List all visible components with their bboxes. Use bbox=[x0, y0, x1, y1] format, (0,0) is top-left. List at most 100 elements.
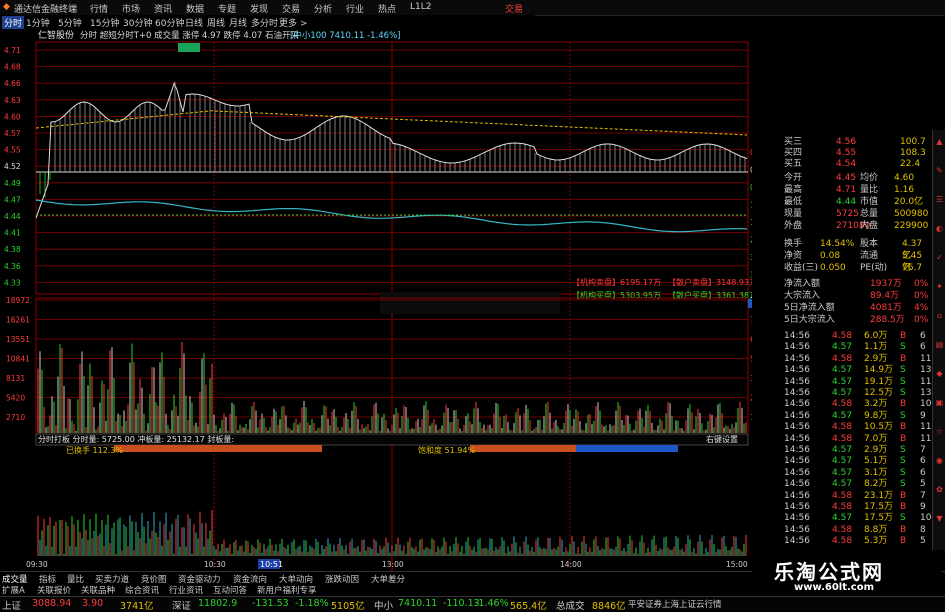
flow-pct: 0% bbox=[914, 315, 929, 325]
menu-analysis[interactable]: 分析 bbox=[314, 2, 332, 15]
tick-time: 14:56 bbox=[784, 502, 810, 512]
side-tool-icon[interactable]: ◉ bbox=[934, 455, 945, 466]
tick-row: 14:56 4.58 5.3万 B 5 bbox=[752, 535, 930, 547]
level-price: 4.54 bbox=[836, 159, 857, 169]
volume-tick: 18972 bbox=[6, 296, 30, 305]
ticker-sh-chg: 3.90 bbox=[82, 598, 104, 609]
menu-hot[interactable]: 热点 bbox=[378, 2, 396, 15]
extension-tab[interactable]: 互动问答 bbox=[213, 584, 247, 596]
trade-button[interactable]: 交易 bbox=[505, 2, 523, 15]
stat-value: 4.45 bbox=[836, 173, 857, 183]
stat-value: 76.7 bbox=[902, 263, 923, 273]
stat-label: 最低 bbox=[784, 197, 803, 207]
extension-tab[interactable]: 关联品种 bbox=[81, 584, 115, 596]
stat-value: 229900 bbox=[894, 221, 929, 231]
watermark-title: 乐淘公式网 bbox=[774, 560, 884, 584]
menu-industry[interactable]: 行业 bbox=[346, 2, 364, 15]
menu-market[interactable]: 市场 bbox=[122, 2, 140, 15]
tick-time: 14:56 bbox=[784, 467, 810, 478]
side-tool-icon[interactable]: ▤ bbox=[934, 339, 945, 350]
tick-row: 14:56 4.57 12.5万 S 13 bbox=[752, 387, 931, 399]
ticker-sz-pct: -1.18% bbox=[295, 598, 329, 609]
menu-l1l2[interactable]: L1L2 bbox=[410, 2, 431, 12]
flow-label: 大宗流入 bbox=[784, 291, 821, 301]
stat-label: 现量 bbox=[784, 209, 803, 219]
price-tick: 4.71 bbox=[4, 46, 21, 55]
app-logo-icon: ◆ bbox=[3, 2, 10, 12]
side-tool-icon[interactable]: ✦ bbox=[934, 281, 945, 292]
ticker-sh-value: 3088.94 bbox=[32, 598, 72, 609]
time-tick: 13:00 bbox=[382, 560, 404, 569]
stat-value: 14.54% bbox=[820, 239, 855, 249]
price-tick: 4.66 bbox=[4, 79, 21, 88]
tick-row: 14:56 4.57 19.1万 S 11 bbox=[752, 376, 931, 388]
extension-tab[interactable]: 综合资讯 bbox=[125, 584, 159, 596]
side-tool-icon[interactable]: ◐ bbox=[934, 223, 945, 234]
tick-volume: 2.9万 bbox=[864, 353, 888, 364]
stat-value: 0.050 bbox=[820, 263, 846, 273]
time-tick: 15:00 bbox=[726, 560, 748, 569]
ticker-server[interactable]: 平安证券上海上证云行情 bbox=[628, 598, 722, 610]
tick-time: 14:56 bbox=[784, 353, 810, 364]
menu-trade[interactable]: 交易 bbox=[282, 2, 300, 15]
tick-count: 7 bbox=[920, 490, 926, 501]
flow-value: 1937万 bbox=[870, 279, 902, 289]
side-tool-icon[interactable]: ✓ bbox=[934, 252, 945, 263]
price-tick: 4.41 bbox=[4, 229, 21, 238]
price-tick: 4.63 bbox=[4, 96, 21, 105]
app-name: 通达信金融终端 bbox=[14, 5, 78, 15]
tick-volume: 5.3万 bbox=[864, 536, 888, 547]
tick-side: S bbox=[900, 513, 906, 524]
tick-side: S bbox=[900, 365, 906, 376]
stat-label: 均价 bbox=[860, 173, 879, 183]
stat-value: 5725 bbox=[836, 209, 859, 219]
side-tool-icon[interactable]: ▲ bbox=[934, 136, 945, 147]
flow-label: 5日净流入额 bbox=[784, 303, 835, 313]
tick-count: 5 bbox=[920, 536, 926, 547]
menu-discover[interactable]: 发现 bbox=[250, 2, 268, 15]
menu-data[interactable]: 数据 bbox=[186, 2, 204, 15]
side-tool-icon[interactable]: ✿ bbox=[934, 484, 945, 495]
tick-time: 14:56 bbox=[784, 399, 810, 410]
side-tool-icon[interactable]: ☆ bbox=[934, 426, 945, 437]
tick-volume: 10.5万 bbox=[864, 422, 894, 433]
quote-stat: 最高 4.71 量比 1.16 bbox=[752, 184, 930, 196]
tick-volume: 1.1万 bbox=[864, 342, 888, 353]
price-tick: 4.55 bbox=[4, 146, 21, 155]
title-bar: ◆ 通达信金融终端 行情 市场 资讯 数据 专题 发现 交易 分析 行业 热点 … bbox=[0, 0, 945, 16]
side-tool-icon[interactable]: ✎ bbox=[934, 165, 945, 176]
tick-row: 14:56 4.58 3.2万 B 10 bbox=[752, 398, 931, 410]
saturation-label: 饱和度 51.94% bbox=[418, 445, 475, 455]
flow-pct: 0% bbox=[914, 291, 929, 301]
tick-row: 14:56 4.57 2.9万 S 7 bbox=[752, 444, 930, 456]
tick-time: 14:56 bbox=[784, 445, 810, 455]
tick-volume: 8.2万 bbox=[864, 479, 888, 490]
stat-label: 外盘 bbox=[784, 221, 803, 231]
extension-tab[interactable]: 行业资讯 bbox=[169, 584, 203, 596]
side-tool-icon[interactable]: ☰ bbox=[934, 194, 945, 205]
side-tool-icon[interactable]: ◆ bbox=[934, 368, 945, 379]
menu-topics[interactable]: 专题 bbox=[218, 2, 236, 15]
stat-label: PE(动) bbox=[860, 263, 888, 273]
stat-value: 0.08 bbox=[820, 251, 841, 261]
side-tool-icon[interactable]: ⌂ bbox=[934, 310, 945, 321]
tick-price: 4.57 bbox=[832, 365, 853, 376]
extension-tab[interactable]: 新用户福利专享 bbox=[257, 584, 317, 596]
menu-quotes[interactable]: 行情 bbox=[90, 2, 108, 15]
ticker-sz-value: 11802.9 bbox=[198, 598, 238, 609]
side-tool-icon[interactable]: ▣ bbox=[934, 397, 945, 408]
tick-price: 4.58 bbox=[832, 433, 853, 444]
price-tick: 4.36 bbox=[4, 262, 21, 271]
tick-time: 14:56 bbox=[784, 490, 810, 501]
side-tool-icon[interactable]: ▼ bbox=[934, 513, 945, 524]
turnover-label: 已换手 112.3% bbox=[66, 445, 123, 455]
indicator-settings[interactable]: 右键设置 bbox=[706, 434, 738, 444]
flow-label: 5日大宗流入 bbox=[784, 315, 835, 325]
extension-tab[interactable]: 关联报价 bbox=[37, 584, 71, 596]
ticker-zx-value: 7410.11 bbox=[398, 598, 438, 609]
extension-tab[interactable]: 扩展A bbox=[2, 584, 25, 596]
menu-news[interactable]: 资讯 bbox=[154, 2, 172, 15]
price-tick: 4.57 bbox=[4, 129, 21, 138]
time-axis: 09:30 10:30 13:00 14:00 15:00 bbox=[26, 560, 748, 569]
intraday-chart[interactable]: 仁智股份 分时 超短分时T+0 成交量 涨停 4.97 跌停 4.07 石油开采… bbox=[0, 28, 752, 571]
